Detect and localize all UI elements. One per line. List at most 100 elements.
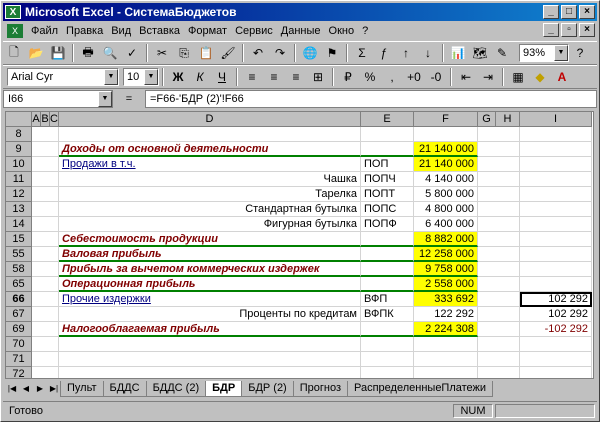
- name-box[interactable]: I66 ▼: [3, 90, 113, 108]
- cell-f[interactable]: [414, 127, 478, 142]
- excel-app-icon[interactable]: X: [5, 5, 21, 19]
- cell-d[interactable]: Прочие издержки: [59, 292, 361, 307]
- col-header-g[interactable]: G: [478, 112, 496, 127]
- col-header-i[interactable]: I: [520, 112, 592, 127]
- cell-i[interactable]: 102 292: [520, 307, 592, 322]
- row-header[interactable]: 9: [6, 142, 32, 157]
- menu-edit[interactable]: Правка: [62, 25, 107, 37]
- percent-icon[interactable]: %: [360, 67, 380, 87]
- maximize-button[interactable]: □: [561, 5, 577, 19]
- menu-file[interactable]: Файл: [27, 25, 62, 37]
- format-painter-icon[interactable]: 🖌: [218, 43, 238, 63]
- menu-help[interactable]: ?: [358, 25, 372, 37]
- cell-d[interactable]: Проценты по кредитам: [59, 307, 361, 322]
- cell-i[interactable]: [520, 247, 592, 262]
- cell-d[interactable]: Чашка: [59, 172, 361, 187]
- sheet-tab-bdr[interactable]: БДР: [205, 381, 243, 397]
- cell-e[interactable]: ПОПТ: [361, 187, 414, 202]
- cell-i[interactable]: [520, 232, 592, 247]
- align-left-icon[interactable]: ≡: [242, 67, 262, 87]
- cell-f[interactable]: 21 140 000: [414, 157, 478, 172]
- row-header[interactable]: 55: [6, 247, 32, 262]
- doc-minimize-button[interactable]: _: [543, 23, 559, 37]
- row-header[interactable]: 13: [6, 202, 32, 217]
- map-icon[interactable]: 🗺: [470, 43, 490, 63]
- cell-d[interactable]: [59, 337, 361, 352]
- cell-d[interactable]: Фигурная бутылка: [59, 217, 361, 232]
- cell-e[interactable]: ПОПС: [361, 202, 414, 217]
- print-icon[interactable]: 🖶: [78, 43, 98, 63]
- zoom-select[interactable]: 93% ▼: [519, 44, 569, 62]
- col-header-a[interactable]: A: [32, 112, 41, 127]
- spelling-icon[interactable]: ✓: [122, 43, 142, 63]
- row-header[interactable]: 11: [6, 172, 32, 187]
- chart-wizard-icon[interactable]: 📊: [448, 43, 468, 63]
- prev-sheet-icon[interactable]: ◀: [19, 382, 33, 396]
- cell-i[interactable]: -102 292: [520, 322, 592, 337]
- fill-color-icon[interactable]: ◆: [530, 67, 550, 87]
- sheet-tab-bdr-2[interactable]: БДР (2): [241, 381, 294, 397]
- cell-e[interactable]: [361, 142, 414, 157]
- cell-f[interactable]: [414, 352, 478, 367]
- chevron-down-icon[interactable]: ▼: [98, 91, 112, 107]
- menu-data[interactable]: Данные: [277, 25, 325, 37]
- decrease-decimal-icon[interactable]: -0: [426, 67, 446, 87]
- cell-f[interactable]: 4 800 000: [414, 202, 478, 217]
- active-cell-i66[interactable]: 102 292: [520, 292, 592, 307]
- underline-icon[interactable]: Ч: [212, 67, 232, 87]
- sheet-tab-raspredelennye[interactable]: РаспределенныеПлатежи: [347, 381, 494, 397]
- sheet-tab-pult[interactable]: Пульт: [60, 381, 104, 397]
- cell-e[interactable]: ВФПК: [361, 307, 414, 322]
- cell-f[interactable]: 21 140 000: [414, 142, 478, 157]
- redo-icon[interactable]: ↷: [270, 43, 290, 63]
- select-all-corner[interactable]: [6, 112, 32, 127]
- cell-i[interactable]: [520, 142, 592, 157]
- cell-f[interactable]: [414, 367, 478, 378]
- equals-icon[interactable]: =: [117, 93, 141, 105]
- drawing-icon[interactable]: ✎: [492, 43, 512, 63]
- minimize-button[interactable]: _: [543, 5, 559, 19]
- cell-f[interactable]: 6 400 000: [414, 217, 478, 232]
- doc-restore-button[interactable]: ▫: [561, 23, 577, 37]
- row-header[interactable]: 58: [6, 262, 32, 277]
- cell-i[interactable]: [520, 352, 592, 367]
- cell-i[interactable]: [520, 202, 592, 217]
- increase-indent-icon[interactable]: ⇥: [478, 67, 498, 87]
- cell-e[interactable]: [361, 232, 414, 247]
- cell-f[interactable]: 122 292: [414, 307, 478, 322]
- row-header[interactable]: 67: [6, 307, 32, 322]
- cell-i[interactable]: [520, 187, 592, 202]
- row-header[interactable]: 14: [6, 217, 32, 232]
- cell-e[interactable]: ПОПФ: [361, 217, 414, 232]
- cell-f[interactable]: 12 258 000: [414, 247, 478, 262]
- cell-d[interactable]: Налогооблагаемая прибыль: [59, 322, 361, 337]
- align-right-icon[interactable]: ≡: [286, 67, 306, 87]
- merge-center-icon[interactable]: ⊞: [308, 67, 328, 87]
- cell-d[interactable]: Продажи в т.ч.: [59, 157, 361, 172]
- col-header-b[interactable]: B: [41, 112, 50, 127]
- first-sheet-icon[interactable]: |◀: [5, 382, 19, 396]
- menu-format[interactable]: Формат: [184, 25, 231, 37]
- cell-i[interactable]: [520, 172, 592, 187]
- col-header-f[interactable]: F: [414, 112, 478, 127]
- cell-e[interactable]: [361, 352, 414, 367]
- currency-icon[interactable]: ₽: [338, 67, 358, 87]
- preview-icon[interactable]: 🔍: [100, 43, 120, 63]
- sheet-tab-bdds[interactable]: БДДС: [102, 381, 147, 397]
- chevron-down-icon[interactable]: ▼: [104, 69, 118, 85]
- row-header[interactable]: 69: [6, 322, 32, 337]
- cell-f[interactable]: [414, 337, 478, 352]
- cut-icon[interactable]: ✂: [152, 43, 172, 63]
- last-sheet-icon[interactable]: ▶|: [47, 382, 61, 396]
- cell-e[interactable]: ПОПЧ: [361, 172, 414, 187]
- row-header[interactable]: 8: [6, 127, 32, 142]
- new-icon[interactable]: 🗋: [4, 43, 24, 63]
- row-header[interactable]: 65: [6, 277, 32, 292]
- row-header[interactable]: 15: [6, 232, 32, 247]
- paste-icon[interactable]: 📋: [196, 43, 216, 63]
- cell-f[interactable]: 9 758 000: [414, 262, 478, 277]
- cell-i[interactable]: [520, 127, 592, 142]
- open-icon[interactable]: 📂: [26, 43, 46, 63]
- document-icon[interactable]: X: [7, 24, 23, 38]
- decrease-indent-icon[interactable]: ⇤: [456, 67, 476, 87]
